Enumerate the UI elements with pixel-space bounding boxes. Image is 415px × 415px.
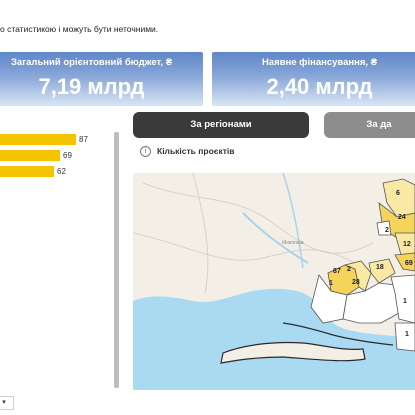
- map-region-count-label: 18: [376, 264, 384, 271]
- bar-value-label: 69: [63, 151, 72, 160]
- budget-card-title: Загальний орієнтовний бюджет, ₴: [10, 57, 173, 68]
- map-region-count-label: 87: [333, 268, 341, 275]
- budget-card-value: 7,19 млрд: [38, 74, 145, 99]
- map-region-count-label: 1: [329, 280, 333, 287]
- disclaimer-text: о статистикою і можуть бути неточними.: [0, 24, 159, 34]
- budget-card: Загальний орієнтовний бюджет, ₴ 7,19 млр…: [0, 52, 203, 106]
- page-size-select[interactable]: ▾: [0, 396, 14, 410]
- bar-chart-scrollbar[interactable]: [114, 132, 119, 388]
- map-region-count-label: 6: [396, 190, 400, 197]
- map-region-count-label: 1: [405, 331, 409, 338]
- map-canvas[interactable]: 6241226987 22818111 Миколаїв: [133, 173, 415, 390]
- funding-card: Наявне фінансування, ₴ 2,40 млрд: [212, 52, 415, 106]
- map-region-count-label: 69: [405, 260, 413, 267]
- map-region-count-label: 28: [352, 279, 360, 286]
- map-region-count-label: 2: [347, 266, 351, 273]
- bar[interactable]: [0, 134, 76, 145]
- info-icon[interactable]: i: [140, 146, 151, 157]
- bar-value-label: 62: [57, 167, 66, 176]
- map-region-count-label: 1: [403, 298, 407, 305]
- map-region-count-label: 24: [398, 214, 406, 221]
- map-region-count-label: 12: [403, 241, 411, 248]
- bar[interactable]: [0, 150, 60, 161]
- dashboard: о статистикою і можуть бути неточними. З…: [0, 0, 415, 415]
- bar[interactable]: [0, 166, 54, 177]
- projects-bar-chart: 87 69 62: [0, 126, 118, 388]
- tab-by-other[interactable]: За да: [324, 112, 415, 138]
- projects-map[interactable]: 6 24 12 2 69 87 2 28 18 1 1 1 Миколаїв: [133, 173, 415, 390]
- tab-by-regions[interactable]: За регіонами: [133, 112, 309, 138]
- map-region-count-label: 2: [385, 227, 389, 234]
- bar-value-label: 87: [79, 135, 88, 144]
- map-city-label: Миколаїв: [282, 240, 304, 246]
- chevron-down-icon: ▾: [2, 399, 6, 406]
- funding-card-title: Наявне фінансування, ₴: [261, 57, 378, 68]
- map-legend-label: Кількість проєктів: [157, 146, 235, 156]
- funding-card-value: 2,40 млрд: [266, 74, 373, 99]
